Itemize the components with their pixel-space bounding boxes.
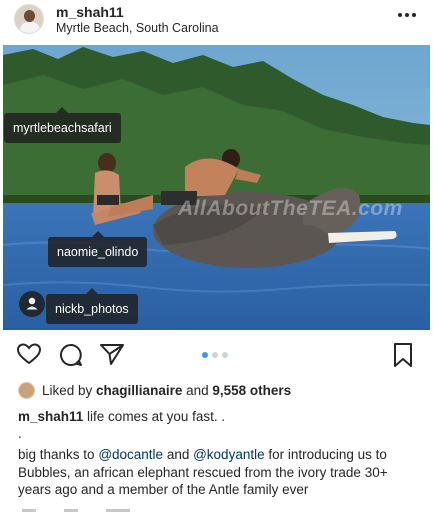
- bookmark-icon[interactable]: [392, 342, 414, 368]
- post-caption: m_shah11 life comes at you fast. .: [18, 409, 225, 424]
- likes-count[interactable]: 9,558 others: [212, 383, 291, 398]
- photo-watermark: AllAboutTheTEA.com: [178, 197, 403, 220]
- caption-body-part: and: [163, 447, 194, 462]
- post-location[interactable]: Myrtle Beach, South Carolina: [56, 21, 219, 35]
- photo-tag-naomie-olindo[interactable]: naomie_olindo: [48, 231, 148, 267]
- carousel-dot: [212, 352, 218, 358]
- caption-body-part: big thanks to: [18, 447, 99, 462]
- carousel-indicator: [202, 352, 232, 360]
- caption-username[interactable]: m_shah11: [18, 409, 83, 424]
- photo-tag-myrtlebeachsafari[interactable]: myrtlebeachsafari: [4, 107, 121, 143]
- carousel-dot-active: [202, 352, 208, 358]
- liked-by-text: Liked by chagillianaire and 9,558 others: [42, 383, 291, 398]
- photo-scene: [3, 45, 430, 330]
- next-post-icons-partial: [22, 509, 130, 512]
- user-avatar[interactable]: [14, 4, 44, 34]
- caption-text: life comes at you fast. .: [83, 409, 226, 424]
- post-header: m_shah11 Myrtle Beach, South Carolina: [0, 0, 433, 40]
- photo-tag-nickb-photos[interactable]: nickb_photos: [46, 288, 138, 324]
- liker-avatar[interactable]: [18, 382, 35, 399]
- heart-icon[interactable]: [16, 342, 42, 366]
- more-horizontal-icon[interactable]: [397, 10, 417, 20]
- liked-by-prefix: Liked by: [42, 383, 97, 398]
- mention-link[interactable]: @kodyantle: [193, 447, 265, 462]
- send-icon[interactable]: [99, 342, 125, 366]
- caption-separator: .: [18, 426, 22, 441]
- comment-icon[interactable]: [58, 342, 84, 368]
- liked-by-and: and: [182, 383, 213, 398]
- post-photo[interactable]: [3, 45, 430, 330]
- post-username[interactable]: m_shah11: [56, 4, 124, 20]
- liker-username[interactable]: chagillianaire: [96, 383, 182, 398]
- caption-body: big thanks to @docantle and @kodyantle f…: [18, 446, 423, 499]
- mention-link[interactable]: @docantle: [98, 447, 163, 462]
- carousel-dot: [222, 352, 228, 358]
- tagged-people-button[interactable]: [19, 291, 45, 317]
- person-icon: [26, 297, 38, 310]
